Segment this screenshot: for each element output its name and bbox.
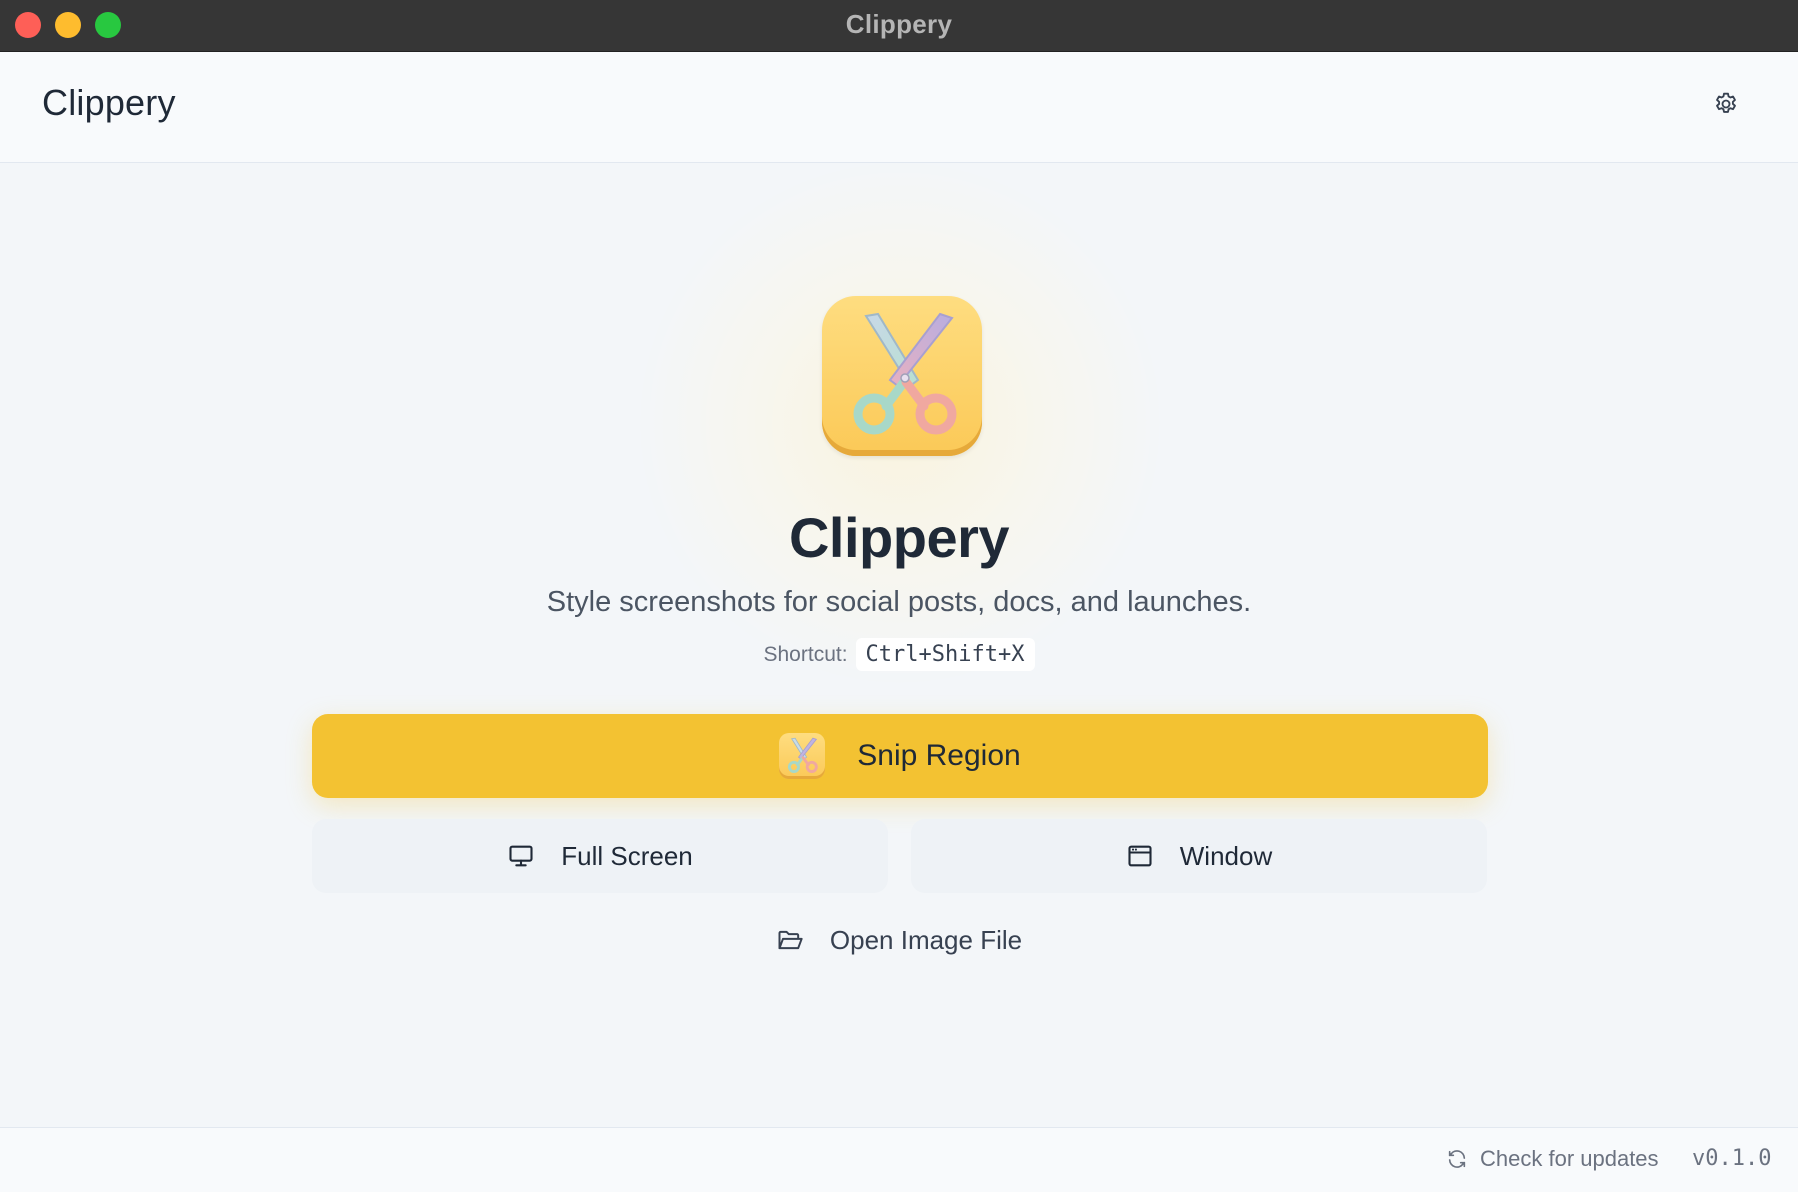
hero-title: Clippery [788, 506, 1010, 569]
main-content: Clippery Style screenshots for social po… [0, 163, 1798, 1128]
app-header: Clippery [0, 52, 1798, 163]
window-label: Window [1179, 840, 1273, 871]
refresh-icon [1448, 1150, 1466, 1168]
monitor-icon [509, 845, 533, 867]
shortcut-label: Shortcut: [763, 642, 848, 666]
footer: Check for updates v0.1.0 [0, 1127, 1798, 1192]
window-icon [1128, 845, 1152, 867]
scissors-icon [853, 312, 957, 435]
full-screen-label: Full Screen [561, 840, 693, 871]
shortcut-hint: Shortcut: Ctrl+Shift+X [0, 638, 1798, 671]
scissors-icon [779, 733, 826, 779]
settings-button[interactable] [1710, 88, 1742, 120]
title-bar: Clippery [0, 0, 1798, 52]
full-screen-button[interactable]: Full Screen [312, 819, 888, 893]
version-label: v0.1.0 [1692, 1146, 1772, 1171]
check-for-updates-label: Check for updates [1480, 1146, 1659, 1171]
app-window: Clippery Clippery Clippery Style screens… [0, 0, 1798, 1192]
snip-region-label: Snip Region [857, 739, 1021, 772]
tagline: Style screenshots for social posts, docs… [546, 586, 1252, 618]
window-capture-button[interactable]: Window [911, 819, 1487, 893]
header-app-name: Clippery [42, 82, 176, 123]
folder-open-icon [778, 930, 803, 950]
app-logo [822, 296, 982, 456]
shortcut-keys: Ctrl+Shift+X [855, 638, 1035, 671]
gear-icon [1716, 92, 1736, 113]
snip-region-button[interactable]: Snip Region [312, 714, 1488, 798]
check-for-updates-button[interactable]: Check for updates [1446, 1141, 1659, 1177]
window-title: Clippery [845, 9, 953, 39]
open-image-file-button[interactable]: Open Image File [0, 915, 1798, 965]
open-image-file-label: Open Image File [829, 924, 1023, 955]
